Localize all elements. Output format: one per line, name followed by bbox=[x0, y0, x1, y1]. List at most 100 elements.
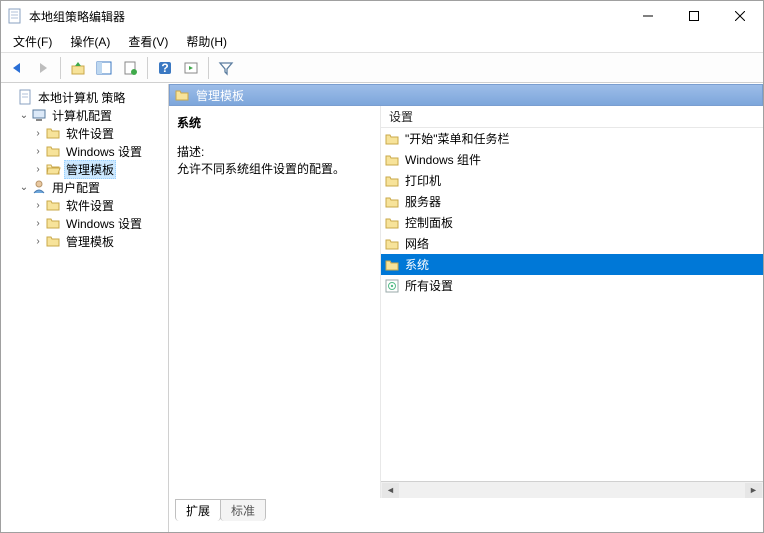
properties-button[interactable] bbox=[118, 56, 142, 80]
details-header-title: 管理模板 bbox=[196, 87, 244, 104]
folder-icon bbox=[383, 193, 401, 211]
collapse-icon[interactable]: ⌄ bbox=[17, 182, 31, 193]
tree-label: 管理模板 bbox=[64, 233, 116, 250]
expand-icon[interactable]: › bbox=[31, 236, 45, 247]
folder-icon bbox=[383, 214, 401, 232]
minimize-button[interactable] bbox=[625, 1, 671, 31]
tree-software-settings[interactable]: › 软件设置 bbox=[3, 196, 166, 214]
filter-button[interactable] bbox=[214, 56, 238, 80]
tree-user-config[interactable]: ⌄ 用户配置 bbox=[3, 178, 166, 196]
list-item[interactable]: 网络 bbox=[381, 233, 763, 254]
tree-admin-templates[interactable]: › 管理模板 bbox=[3, 232, 166, 250]
selected-item-heading: 系统 bbox=[177, 114, 372, 131]
list-item[interactable]: 打印机 bbox=[381, 170, 763, 191]
toolbar-button[interactable] bbox=[179, 56, 203, 80]
tree-windows-settings[interactable]: › Windows 设置 bbox=[3, 214, 166, 232]
details-body: 系统 描述: 允许不同系统组件设置的配置。 设置 "开始"菜单和任务栏 Windo… bbox=[169, 106, 763, 498]
toolbar-separator bbox=[60, 57, 61, 79]
details-pane: 管理模板 系统 描述: 允许不同系统组件设置的配置。 设置 "开始"菜单和任务栏… bbox=[169, 84, 763, 532]
tree-label: Windows 设置 bbox=[64, 143, 144, 160]
close-button[interactable] bbox=[717, 1, 763, 31]
list-item[interactable]: Windows 组件 bbox=[381, 149, 763, 170]
expand-icon[interactable]: › bbox=[31, 200, 45, 211]
tree-windows-settings[interactable]: › Windows 设置 bbox=[3, 142, 166, 160]
folder-icon bbox=[383, 235, 401, 253]
toolbar-separator bbox=[208, 57, 209, 79]
padding bbox=[169, 520, 763, 532]
expand-icon[interactable]: › bbox=[31, 128, 45, 139]
settings-list[interactable]: "开始"菜单和任务栏 Windows 组件打印机服务器控制面板网络系统所有设置 bbox=[381, 128, 763, 481]
folder-icon bbox=[383, 256, 401, 274]
expand-icon[interactable]: › bbox=[31, 146, 45, 157]
horizontal-scrollbar[interactable]: ◄ ► bbox=[381, 481, 763, 498]
expand-icon[interactable]: › bbox=[31, 218, 45, 229]
tree-pane[interactable]: 本地计算机 策略 ⌄ 计算机配置 › 软件设置 › Windows 设置 › 管… bbox=[1, 84, 169, 532]
list-item[interactable]: 服务器 bbox=[381, 191, 763, 212]
collapse-icon[interactable]: ⌄ bbox=[17, 110, 31, 121]
tree-label: 管理模板 bbox=[64, 160, 116, 179]
description-text: 允许不同系统组件设置的配置。 bbox=[177, 160, 372, 177]
list-item[interactable]: "开始"菜单和任务栏 bbox=[381, 128, 763, 149]
maximize-button[interactable] bbox=[671, 1, 717, 31]
folder-icon bbox=[45, 215, 61, 231]
tree-label: 软件设置 bbox=[64, 125, 116, 142]
tree-root[interactable]: 本地计算机 策略 bbox=[3, 88, 166, 106]
tree-label: 计算机配置 bbox=[50, 107, 114, 124]
help-button[interactable]: ? bbox=[153, 56, 177, 80]
window-controls bbox=[625, 1, 763, 31]
menu-view[interactable]: 查看(V) bbox=[120, 31, 176, 52]
folder-icon bbox=[383, 130, 401, 148]
description-panel: 系统 描述: 允许不同系统组件设置的配置。 bbox=[169, 106, 381, 498]
list-item-label: 服务器 bbox=[405, 193, 441, 210]
list-item-label: 所有设置 bbox=[405, 277, 453, 294]
list-item-label: 控制面板 bbox=[405, 214, 453, 231]
description-label: 描述: bbox=[177, 143, 372, 160]
tree-label: 本地计算机 策略 bbox=[36, 89, 127, 106]
folder-icon bbox=[45, 197, 61, 213]
folder-icon bbox=[45, 125, 61, 141]
app-icon bbox=[7, 8, 23, 24]
folder-icon bbox=[45, 233, 61, 249]
settings-icon bbox=[383, 277, 401, 295]
menu-file[interactable]: 文件(F) bbox=[5, 31, 60, 52]
up-level-button[interactable] bbox=[66, 56, 90, 80]
scroll-right-button[interactable]: ► bbox=[745, 483, 762, 498]
tree-admin-templates[interactable]: › 管理模板 bbox=[3, 160, 166, 178]
tree-label: Windows 设置 bbox=[64, 215, 144, 232]
tree-software-settings[interactable]: › 软件设置 bbox=[3, 124, 166, 142]
view-tabs: 扩展 标准 bbox=[169, 498, 763, 520]
expand-icon[interactable]: › bbox=[31, 164, 45, 175]
show-hide-tree-button[interactable] bbox=[92, 56, 116, 80]
tree-computer-config[interactable]: ⌄ 计算机配置 bbox=[3, 106, 166, 124]
list-item[interactable]: 控制面板 bbox=[381, 212, 763, 233]
menu-help[interactable]: 帮助(H) bbox=[178, 31, 235, 52]
forward-button[interactable] bbox=[31, 56, 55, 80]
tree-label: 用户配置 bbox=[50, 179, 102, 196]
scroll-left-button[interactable]: ◄ bbox=[382, 483, 399, 498]
column-header-settings[interactable]: 设置 bbox=[381, 106, 763, 128]
titlebar: 本地组策略编辑器 bbox=[1, 1, 763, 31]
list-item-label: "开始"菜单和任务栏 bbox=[405, 130, 510, 147]
list-item[interactable]: 所有设置 bbox=[381, 275, 763, 296]
list-item-label: 网络 bbox=[405, 235, 429, 252]
toolbar-separator bbox=[147, 57, 148, 79]
menubar: 文件(F) 操作(A) 查看(V) 帮助(H) bbox=[1, 31, 763, 53]
list-item-label: 打印机 bbox=[405, 172, 441, 189]
svg-text:?: ? bbox=[161, 61, 168, 75]
tree-label: 软件设置 bbox=[64, 197, 116, 214]
menu-action[interactable]: 操作(A) bbox=[62, 31, 118, 52]
list-panel: 设置 "开始"菜单和任务栏 Windows 组件打印机服务器控制面板网络系统所有设… bbox=[381, 106, 763, 498]
folder-icon bbox=[383, 172, 401, 190]
computer-icon bbox=[31, 107, 47, 123]
list-item[interactable]: 系统 bbox=[381, 254, 763, 275]
folder-open-icon bbox=[45, 161, 61, 177]
details-header: 管理模板 bbox=[169, 84, 763, 106]
app-window: 本地组策略编辑器 文件(F) 操作(A) 查看(V) 帮助(H) ? 本地计算机 bbox=[0, 0, 764, 533]
back-button[interactable] bbox=[5, 56, 29, 80]
tab-extended[interactable]: 扩展 bbox=[175, 499, 221, 521]
document-icon bbox=[17, 89, 33, 105]
tab-standard[interactable]: 标准 bbox=[220, 499, 266, 521]
content-area: 本地计算机 策略 ⌄ 计算机配置 › 软件设置 › Windows 设置 › 管… bbox=[1, 83, 763, 532]
window-title: 本地组策略编辑器 bbox=[29, 8, 625, 25]
list-item-label: 系统 bbox=[405, 256, 429, 273]
